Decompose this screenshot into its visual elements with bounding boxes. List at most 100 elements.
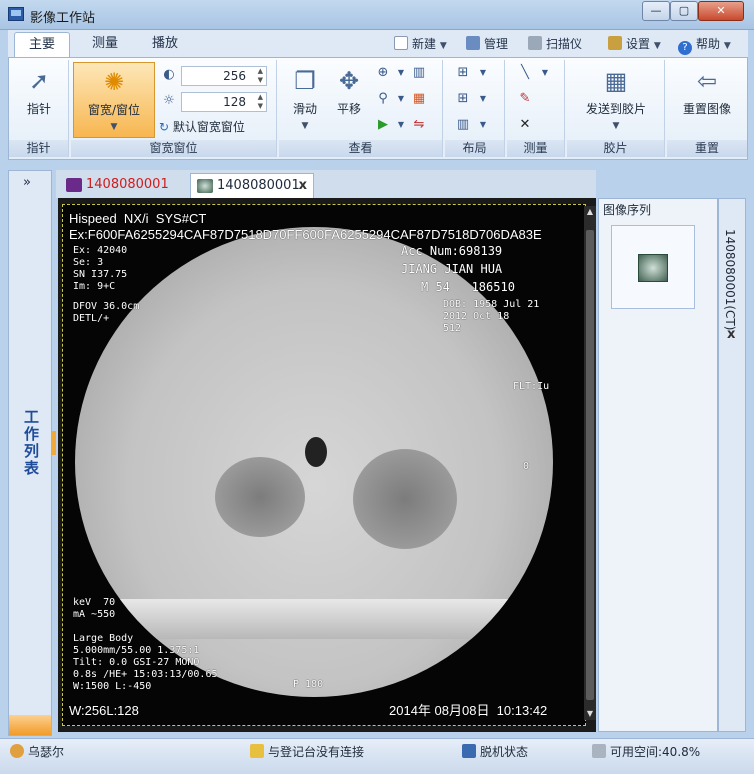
ct-scan-icon: [197, 179, 213, 193]
pan-button[interactable]: ✥ 平移: [329, 62, 369, 117]
settings-button[interactable]: 设置 ▼: [608, 35, 661, 53]
sun-icon: ✺: [103, 68, 125, 96]
stack-icon: ❐: [294, 67, 316, 95]
group-pointer: ➚ 指针 指针: [9, 60, 69, 157]
overlay-recon: Large Body 5.000mm/55.00 1.375:1 Tilt: 0…: [73, 633, 218, 692]
columns-icon[interactable]: ▥: [409, 64, 429, 82]
image-viewer[interactable]: Hispeed NX/i SYS#CT Ex:F600FA6255294CAF8…: [58, 198, 596, 732]
overlay-system: Hispeed NX/i SYS#CT: [69, 211, 207, 226]
default-window-button[interactable]: ↻ 默认窗宽窗位: [159, 118, 245, 135]
scroll-thumb[interactable]: [586, 230, 594, 700]
refresh-icon: ↻: [159, 120, 170, 134]
eraser-icon[interactable]: ✎: [515, 90, 535, 108]
scroll-down-icon[interactable]: ▼: [585, 708, 595, 720]
contrast-icon: ◐: [163, 67, 175, 82]
zoom-in-icon[interactable]: ⊕: [373, 64, 393, 82]
tab-patient-red[interactable]: 1408080001: [60, 173, 186, 198]
reset-image-button[interactable]: ⇦ 重置图像: [671, 62, 743, 117]
chevron-down-icon[interactable]: ▼: [473, 116, 493, 134]
expand-icon[interactable]: »: [23, 175, 31, 190]
ct-image[interactable]: [75, 227, 553, 697]
flip-icon[interactable]: ⇋: [409, 116, 429, 134]
chevron-down-icon[interactable]: ▼: [391, 116, 411, 134]
scroll-button[interactable]: ❐ 滑动 ▼: [283, 62, 327, 131]
send-to-film-button[interactable]: ▦ 发送到胶片 ▼: [571, 62, 661, 131]
scanner-icon: [528, 36, 542, 50]
group-film: ▦ 发送到胶片 ▼ 胶片: [567, 60, 665, 157]
grid-layout-icon[interactable]: ⊞: [453, 90, 473, 108]
tab-patient-ct[interactable]: 1408080001 x: [190, 173, 314, 198]
document-tab-strip: 1408080001 1408080001 x: [56, 170, 596, 198]
overlay-exam: Ex: 42040 Se: 3 SN I37.75 Im: 9+C: [73, 245, 128, 292]
window-level-readout: W:256L:128: [69, 703, 139, 718]
close-button[interactable]: ✕: [698, 1, 744, 21]
overlay-p180: P 180: [293, 679, 324, 690]
series-panel-title: 图像序列: [603, 203, 652, 217]
chevron-down-icon: ▼: [723, 41, 731, 51]
chevron-down-icon: ▼: [439, 41, 447, 51]
settings-icon: [608, 36, 622, 50]
group-label-film: 胶片: [567, 140, 664, 157]
manage-button[interactable]: 管理: [466, 35, 508, 53]
active-indicator: [52, 431, 56, 455]
new-button[interactable]: 新建 ▼: [394, 35, 447, 53]
disk-icon: [592, 744, 606, 758]
close-series-icon[interactable]: x: [727, 327, 735, 342]
play-icon[interactable]: ▶: [373, 116, 393, 134]
group-label-pointer: 指针: [9, 140, 68, 157]
back-arrow-icon: ⇦: [696, 67, 718, 95]
brightness-icon: ☼: [163, 93, 175, 108]
minimize-button[interactable]: —: [642, 1, 670, 21]
group-label-layout: 布局: [445, 140, 504, 157]
tab-play[interactable]: 播放: [138, 32, 192, 57]
group-view: ❐ 滑动 ▼ ✥ 平移 ⊕ ▼ ▥ ⚲ ▼ ▦ ▶ ▼ ⇋ 查看: [279, 60, 443, 157]
image-viewport[interactable]: Hispeed NX/i SYS#CT Ex:F600FA6255294CAF8…: [62, 204, 586, 726]
chevron-down-icon[interactable]: ▼: [535, 64, 555, 82]
worklist-sidebar: » 工作列表: [8, 170, 56, 736]
manage-icon: [466, 36, 480, 50]
warning-icon: [250, 744, 264, 758]
window-level-spinner[interactable]: 128 ▲ ▼: [181, 92, 267, 112]
tab-main[interactable]: 主要: [14, 32, 71, 57]
overlay-zero: 0: [523, 461, 530, 472]
spin-arrows-icon[interactable]: ▲ ▼: [258, 93, 263, 111]
chevron-down-icon[interactable]: ▼: [473, 90, 493, 108]
chevron-down-icon[interactable]: ▼: [391, 90, 411, 108]
chevron-down-icon[interactable]: ▼: [473, 64, 493, 82]
chevron-down-icon[interactable]: ▼: [391, 64, 411, 82]
worklist-tab[interactable]: 工作列表: [21, 409, 42, 477]
chevron-down-icon: ▼: [653, 41, 661, 51]
series-vertical-tab-strip: 1408080001(CT) x: [718, 198, 746, 732]
maximize-button[interactable]: ▢: [670, 1, 698, 21]
line-tool-icon[interactable]: ╲: [515, 64, 535, 82]
grid-layout-icon[interactable]: ⊞: [453, 64, 473, 82]
window-level-button[interactable]: ✺ 窗宽/窗位 ▼: [73, 62, 155, 138]
move-icon: ✥: [338, 67, 360, 95]
magnifier-icon[interactable]: ⚲: [373, 90, 393, 108]
status-user: 乌瑟尔: [10, 743, 64, 760]
pointer-button[interactable]: ➚ 指针: [13, 62, 65, 117]
tab-measure[interactable]: 测量: [78, 32, 132, 57]
vertical-scrollbar[interactable]: ▲ ▼: [584, 206, 596, 720]
series-thumbnail[interactable]: [611, 225, 695, 309]
overlay-uid: Ex:F600FA6255294CAF87D7518D70FF600FA6255…: [69, 227, 542, 242]
color-palette-icon[interactable]: ▦: [409, 90, 429, 108]
scroll-up-icon[interactable]: ▲: [585, 206, 595, 218]
chevron-down-icon: ▼: [612, 121, 620, 131]
trachea: [305, 437, 327, 467]
split-layout-icon[interactable]: ▥: [453, 116, 473, 134]
window-width-spinner[interactable]: 256 ▲ ▼: [181, 66, 267, 86]
ribbon: ➚ 指针 指针 ✺ 窗宽/窗位 ▼ ◐ 256 ▲ ▼ ☼ 128 ▲ ▼ ↻ 默认窗宽…: [8, 57, 748, 160]
cursor-arrow-icon: ➚: [28, 67, 50, 95]
close-tab-icon[interactable]: x: [299, 174, 307, 198]
series-vertical-tab[interactable]: 1408080001(CT): [723, 229, 737, 330]
spin-arrows-icon[interactable]: ▲ ▼: [258, 67, 263, 85]
left-lung: [215, 457, 305, 537]
user-icon: [10, 744, 24, 758]
window-title: 影像工作站: [30, 11, 96, 26]
scanner-button[interactable]: 扫描仪: [528, 35, 582, 53]
delete-icon[interactable]: ✕: [515, 116, 535, 134]
sidebar-accent: [9, 715, 51, 735]
status-offline: 脱机状态: [462, 743, 528, 760]
help-button[interactable]: ? 帮助 ▼: [678, 35, 731, 55]
